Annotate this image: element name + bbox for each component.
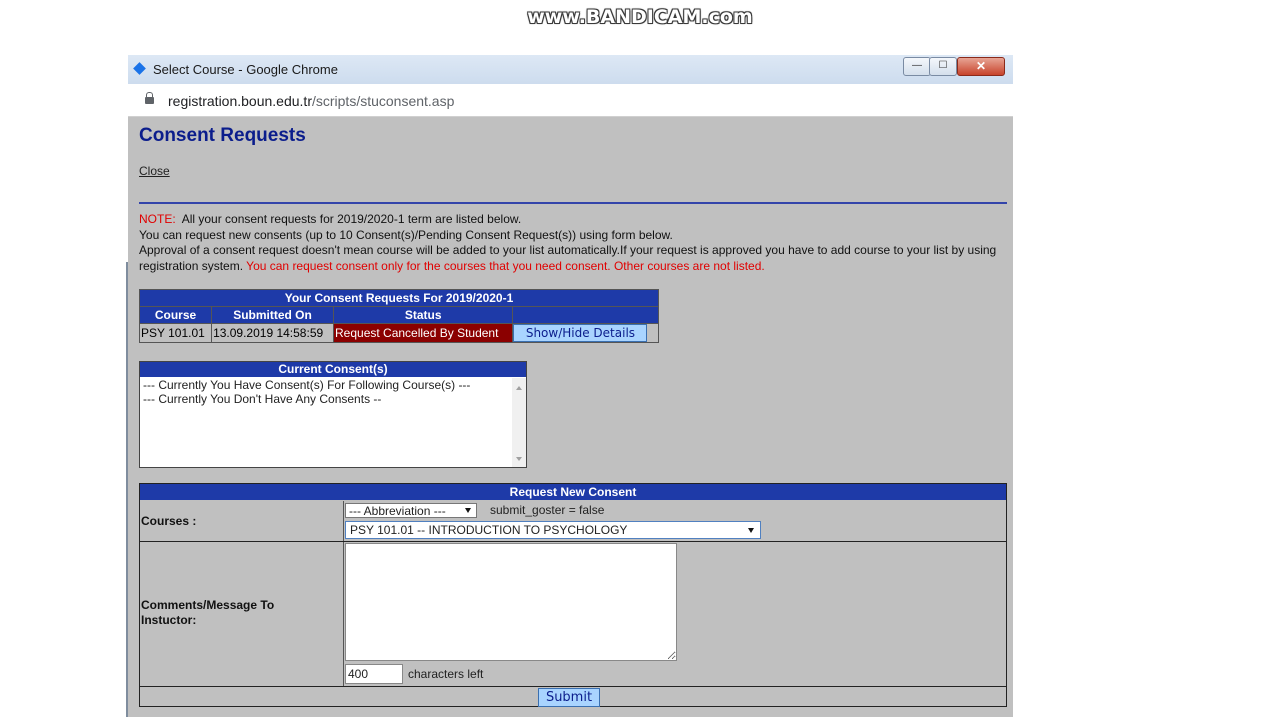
- column-divider: [343, 501, 344, 541]
- course-select[interactable]: PSY 101.01 -- INTRODUCTION TO PSYCHOLOGY: [345, 521, 761, 539]
- scroll-up-arrow-icon[interactable]: [516, 386, 522, 390]
- page-title: Consent Requests: [139, 125, 306, 146]
- consent-requests-table: Your Consent Requests For 2019/2020-1 Co…: [138, 289, 659, 343]
- current-consents-panel: Current Consent(s) --- Currently You Hav…: [139, 361, 527, 468]
- abbreviation-value: --- Abbreviation ---: [349, 504, 446, 518]
- characters-left-label: characters left: [408, 667, 484, 681]
- maximize-button[interactable]: ☐: [929, 57, 957, 76]
- page-content: Consent Requests Close NOTE: All your co…: [128, 117, 1013, 717]
- courses-row: Courses : --- Abbreviation --- submit_go…: [140, 501, 1006, 542]
- characters-left-count: 400: [345, 664, 403, 684]
- new-consent-title: Request New Consent: [140, 484, 1006, 500]
- address-bar[interactable]: registration.boun.edu.tr/scripts/stucons…: [128, 84, 1013, 117]
- scroll-down-arrow-icon[interactable]: [516, 457, 522, 461]
- col-header-course: Course: [138, 306, 213, 324]
- submit-button[interactable]: Submit: [538, 688, 600, 707]
- current-consents-list[interactable]: --- Currently You Have Consent(s) For Fo…: [140, 378, 515, 467]
- request-new-consent-form: Request New Consent Courses : --- Abbrev…: [139, 483, 1007, 707]
- window-titlebar: Select Course - Google Chrome — ☐ ✕: [128, 55, 1013, 84]
- browser-window: Select Course - Google Chrome — ☐ ✕ regi…: [128, 55, 1013, 717]
- comments-row: Comments/Message To Instuctor: 400 chara…: [140, 542, 1006, 687]
- title-separator: [139, 202, 1007, 204]
- abbreviation-select[interactable]: --- Abbreviation ---: [345, 503, 477, 518]
- row-course: PSY 101.01: [138, 323, 213, 343]
- note-label: NOTE:: [139, 212, 176, 226]
- row-submitted: 13.09.2019 14:58:59: [211, 323, 334, 343]
- close-link[interactable]: Close: [139, 164, 170, 178]
- debug-text: submit_goster = false: [490, 503, 605, 517]
- minimize-button[interactable]: —: [903, 57, 931, 76]
- note-text: NOTE: All your consent requests for 2019…: [139, 212, 1007, 274]
- show-hide-details-button[interactable]: Show/Hide Details: [513, 324, 648, 342]
- consents-scrollbar[interactable]: [512, 378, 526, 467]
- list-item[interactable]: --- Currently You Don't Have Any Consent…: [143, 392, 515, 406]
- list-item[interactable]: --- Currently You Have Consent(s) For Fo…: [143, 378, 515, 392]
- window-title: Select Course - Google Chrome: [153, 62, 338, 77]
- note-line-3-warning: You can request consent only for the cou…: [246, 258, 765, 273]
- url-text[interactable]: registration.boun.edu.tr/scripts/stucons…: [168, 93, 454, 109]
- requests-table-title: Your Consent Requests For 2019/2020-1: [139, 289, 659, 307]
- row-status: Request Cancelled By Student: [332, 323, 514, 343]
- col-header-submitted: Submitted On: [211, 306, 334, 324]
- current-consents-title: Current Consent(s): [140, 362, 526, 377]
- bandicam-watermark: www.BANDICAM.com: [527, 6, 753, 28]
- submit-row: Submit: [140, 686, 1006, 707]
- courses-label: Courses :: [141, 514, 197, 528]
- col-header-status: Status: [332, 306, 514, 324]
- comment-textarea[interactable]: [345, 543, 677, 661]
- column-divider: [343, 542, 344, 687]
- note-line-2: You can request new consents (up to 10 C…: [139, 227, 673, 242]
- note-line-1: All your consent requests for 2019/2020-…: [181, 212, 522, 226]
- comments-label: Comments/Message To Instuctor:: [141, 598, 275, 627]
- table-row: PSY 101.01 13.09.2019 14:58:59 Request C…: [138, 323, 659, 343]
- course-value: PSY 101.01 -- INTRODUCTION TO PSYCHOLOGY: [350, 523, 628, 537]
- dropdown-arrow-icon: [748, 528, 754, 533]
- dropdown-arrow-icon: [465, 508, 471, 513]
- chrome-app-icon: [133, 62, 146, 75]
- col-header-action: [512, 306, 659, 324]
- url-path: /scripts/stuconsent.asp: [311, 93, 455, 109]
- close-window-button[interactable]: ✕: [957, 57, 1005, 76]
- lock-icon: [145, 92, 154, 104]
- url-host: registration.boun.edu.tr: [168, 93, 312, 109]
